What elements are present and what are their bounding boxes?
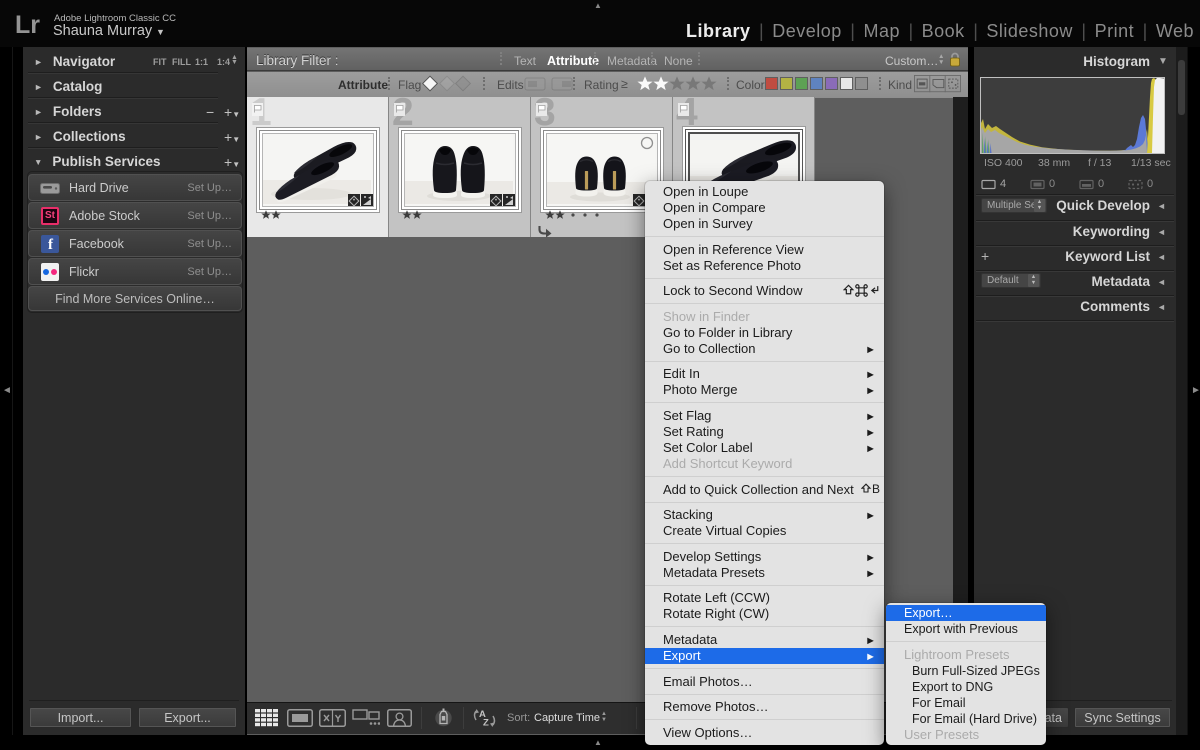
svg-text:Z: Z (483, 718, 489, 729)
svg-text:B: B (872, 483, 880, 495)
